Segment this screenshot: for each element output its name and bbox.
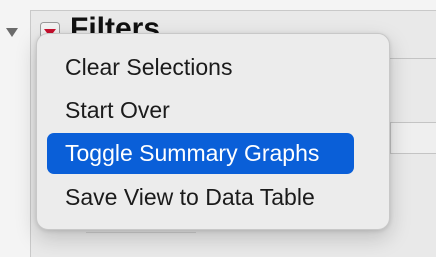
app-window: Filters Clear Selections Start Over Togg… xyxy=(0,0,436,257)
disclosure-triangle-icon[interactable] xyxy=(4,24,20,40)
menu-item-toggle-summary-graphs[interactable]: Toggle Summary Graphs xyxy=(47,133,354,174)
panel-control-edge xyxy=(86,232,196,233)
context-menu: Clear Selections Start Over Toggle Summa… xyxy=(36,33,390,230)
panel-field-edge xyxy=(390,122,436,154)
panel-divider xyxy=(390,58,436,59)
menu-item-clear-selections[interactable]: Clear Selections xyxy=(47,47,381,88)
menu-item-start-over[interactable]: Start Over xyxy=(47,90,381,131)
menu-item-save-view-to-data-table[interactable]: Save View to Data Table xyxy=(47,177,381,218)
